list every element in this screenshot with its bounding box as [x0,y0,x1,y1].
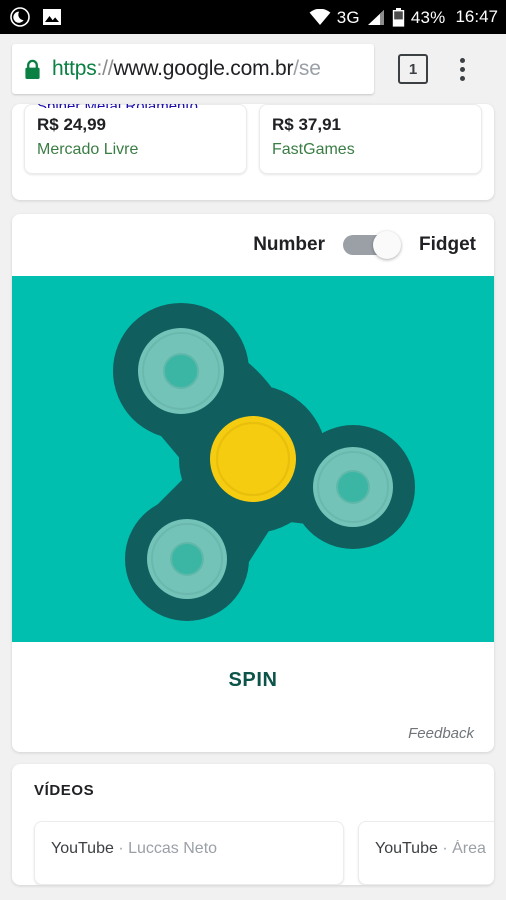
url-scheme: https [52,57,97,80]
network-type-label: 3G [336,7,360,27]
menu-dot [459,75,465,81]
wifi-icon [309,8,331,25]
video-channel: · Luccas Neto [118,840,218,857]
fidget-spinner-graphic[interactable] [12,276,494,642]
video-channel: · Área [442,840,486,857]
browser-toolbar: https://www.google.com.br/se 1 [0,34,506,104]
url-text: https://www.google.com.br/se [52,57,321,81]
video-source: YouTube · Luccas Neto [51,840,327,858]
tab-counter-button[interactable]: 1 [398,54,428,84]
product-price: R$ 24,99 [37,115,106,134]
spinner-bearing-right [313,447,393,527]
address-bar[interactable]: https://www.google.com.br/se [12,44,374,94]
url-host: www.google.com.br [113,57,294,80]
feedback-link[interactable]: Feedback [408,725,474,742]
mode-number-label: Number [253,234,325,255]
spin-button[interactable]: SPIN [228,669,277,692]
battery-icon [392,7,405,27]
videos-card: VÍDEOS YouTube · Luccas Neto YouTube · Á… [12,764,494,885]
lock-icon [25,59,40,79]
overflow-menu-icon[interactable] [444,47,480,91]
product-title [272,104,469,108]
video-platform: YouTube [51,840,114,857]
url-path: /se [293,57,321,80]
videos-row: YouTube · Luccas Neto YouTube · Área [12,799,494,885]
toggle-knob [373,231,401,259]
shopping-item[interactable]: Spiner Metal Rolamento... R$ 24,99 Merca… [24,104,247,174]
spin-controls: SPIN Feedback [12,642,494,752]
menu-dot [459,66,465,72]
videos-heading: VÍDEOS [34,782,95,799]
url-separator: :// [96,57,114,80]
fidget-spinner-widget: Number Fidget SPIN Feedback [12,214,494,752]
shopping-row: Spiner Metal Rolamento... R$ 24,99 Merca… [12,104,494,200]
spinner-stage[interactable] [12,276,494,642]
status-left-icons [10,7,62,27]
product-merchant: FastGames [272,141,355,158]
spinner-bearing-top-left [138,328,224,414]
video-platform: YouTube [375,840,438,857]
mode-toggle-switch[interactable] [343,231,401,259]
mode-fidget-label: Fidget [419,234,476,255]
clock-label: 16:47 [455,7,498,26]
screenshot-image-icon [43,9,61,25]
product-price: R$ 37,91 [272,115,341,134]
status-right-icons: 3G 43% 16:47 [309,7,498,27]
shopping-results-card: Spiner Metal Rolamento... R$ 24,99 Merca… [12,104,494,200]
spinner-bearing-bottom-left [147,519,227,599]
do-not-disturb-moon-icon [10,7,30,27]
product-merchant: Mercado Livre [37,141,139,158]
battery-percent-label: 43% [410,7,446,27]
spinner-mode-header: Number Fidget [12,214,494,276]
product-title: Spiner Metal Rolamento... [37,104,234,108]
video-item[interactable]: YouTube · Área [358,821,494,885]
page-content: Spiner Metal Rolamento... R$ 24,99 Merca… [0,104,506,885]
video-item[interactable]: YouTube · Luccas Neto [34,821,344,885]
spinner-center-hub [210,416,296,502]
video-source: YouTube · Área [375,840,494,858]
tab-count-label: 1 [408,60,418,78]
signal-bars-icon [367,9,384,25]
android-status-bar: 3G 43% 16:47 [0,0,506,34]
menu-dot [459,57,465,63]
shopping-item[interactable]: R$ 37,91 FastGames [259,104,482,174]
